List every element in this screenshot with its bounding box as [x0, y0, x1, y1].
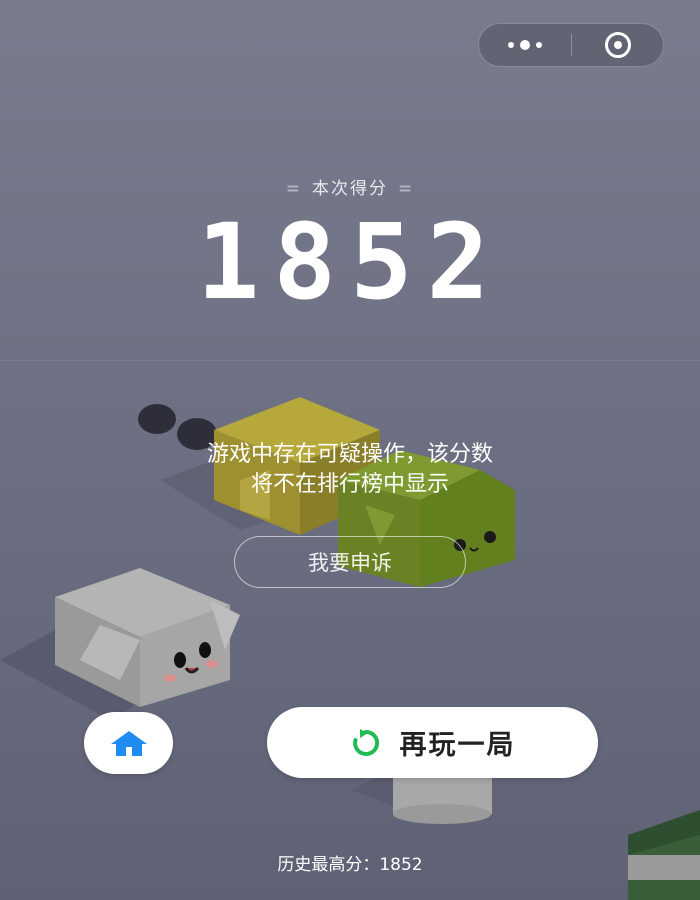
best-score-label: 历史最高分：: [277, 855, 380, 875]
best-score: 历史最高分：1852: [0, 850, 700, 875]
close-button[interactable]: [572, 24, 664, 66]
appeal-button[interactable]: 我要申诉: [234, 536, 466, 588]
score-label: = 本次得分 =: [285, 179, 415, 199]
scene-divider: [0, 360, 700, 361]
suspicious-warning: 游戏中存在可疑操作，该分数 将不在排行榜中显示: [0, 440, 700, 500]
dark-ball: [138, 404, 176, 434]
replay-label: 再玩一局: [399, 730, 516, 761]
more-dots-icon: [508, 42, 514, 48]
best-score-value: 1852: [379, 855, 423, 875]
cylinder-block: [393, 770, 492, 824]
home-icon: [110, 731, 147, 756]
target-circle-icon: [605, 32, 631, 58]
mini-program-capsule: [478, 23, 664, 67]
score-label-text: 本次得分: [312, 179, 388, 199]
refresh-icon: [352, 728, 379, 756]
warning-line-1: 游戏中存在可疑操作，该分数: [206, 442, 493, 467]
replay-button[interactable]: 再玩一局: [267, 707, 598, 778]
more-button[interactable]: [479, 24, 571, 66]
warning-line-2: 将不在排行榜中显示: [250, 472, 449, 497]
home-button[interactable]: [84, 712, 173, 774]
score-value: 1852: [196, 201, 504, 323]
